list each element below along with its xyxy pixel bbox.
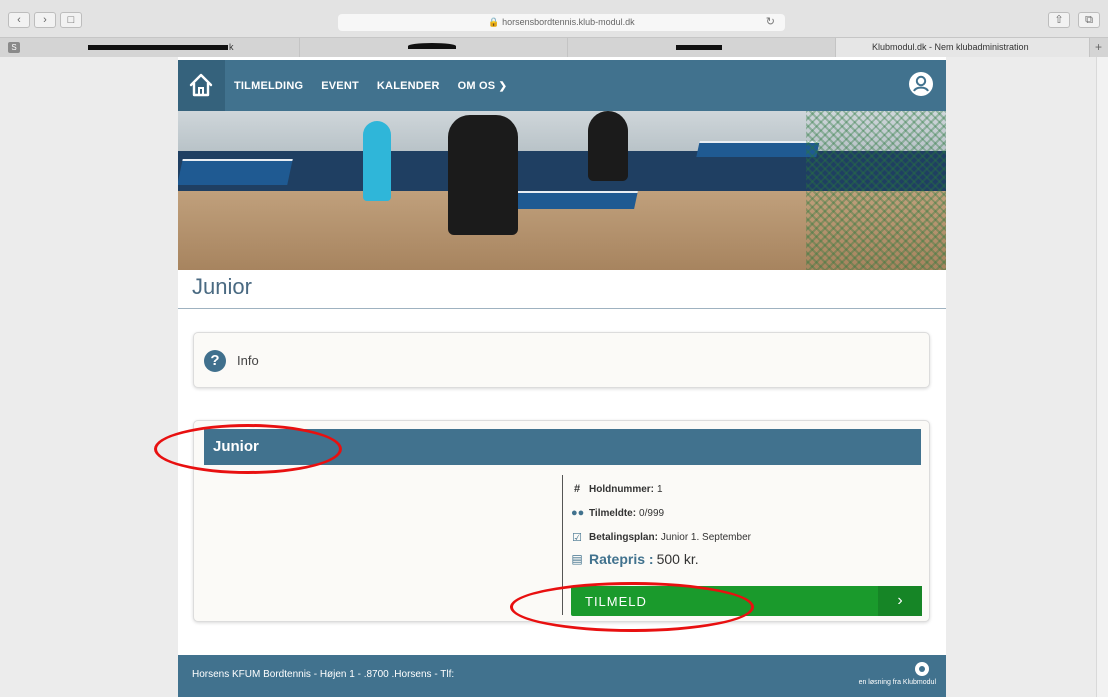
address-url: horsensbordtennis.klub-modul.dk	[502, 17, 635, 27]
hero-table	[514, 191, 638, 209]
holdnummer-label: Holdnummer:	[589, 483, 654, 495]
nav-om-os[interactable]: OM OS ❯	[458, 80, 508, 92]
chevron-down-icon: ❯	[498, 80, 508, 92]
chevron-right-icon: ›	[878, 586, 922, 616]
home-button[interactable]	[178, 60, 225, 111]
ratepris-row: ▤ Ratepris : 500 kr.	[571, 551, 699, 567]
hero-player	[588, 111, 628, 181]
browser-chrome: ‹ › □ 🔒 horsensbordtennis.klub-modul.dk …	[0, 0, 1108, 57]
address-bar[interactable]: 🔒 horsensbordtennis.klub-modul.dk ↻	[338, 14, 785, 31]
redaction-bar	[88, 45, 228, 50]
hero-image	[178, 111, 946, 270]
holdnummer-row: # Holdnummer: 1	[571, 483, 663, 495]
hero-net	[806, 111, 946, 270]
title-divider	[178, 308, 946, 309]
user-icon[interactable]	[908, 71, 934, 97]
tab-3[interactable]	[568, 38, 836, 57]
site-navbar: TILMELDING EVENT KALENDER OM OS ❯	[178, 60, 946, 111]
tab-active[interactable]: Klubmodul.dk - Nem klubadministration	[836, 38, 1090, 57]
nav-om-os-label: OM OS	[457, 79, 496, 92]
hero-player	[448, 115, 518, 235]
calendar-check-icon: ☑	[572, 532, 582, 544]
annotation-circle-team	[154, 424, 342, 474]
share-button[interactable]: ⇧	[1048, 12, 1070, 28]
page-title: Junior	[192, 274, 252, 299]
nav-event[interactable]: EVENT	[321, 80, 359, 92]
forward-button[interactable]: ›	[34, 12, 56, 28]
tab-2[interactable]	[300, 38, 568, 57]
info-label: Info	[237, 353, 259, 368]
footer: Horsens KFUM Bordtennis - Højen 1 - .870…	[178, 655, 946, 697]
redaction-bar	[676, 45, 722, 50]
holdnummer-value: 1	[657, 483, 663, 495]
redaction-bar	[408, 43, 456, 49]
info-panel[interactable]: ? Info	[193, 332, 930, 388]
tabs-overview-button[interactable]: ⧉	[1078, 12, 1100, 28]
tilmeldte-label: Tilmeldte:	[589, 507, 637, 519]
footer-brand: en løsning fra Klubmodul	[858, 679, 936, 686]
new-tab-icon[interactable]: +	[1095, 38, 1102, 57]
back-button[interactable]: ‹	[8, 12, 30, 28]
ratepris-value: 500 kr.	[656, 551, 699, 567]
betalingsplan-value: Junior 1. September	[660, 532, 751, 543]
hero-table	[696, 141, 820, 157]
hero-player	[363, 121, 391, 201]
reload-icon[interactable]: ↻	[766, 14, 775, 31]
scrollbar[interactable]	[1096, 57, 1108, 697]
home-icon	[189, 73, 213, 97]
nav-kalender[interactable]: KALENDER	[377, 80, 440, 92]
ratepris-label: Ratepris :	[589, 551, 654, 567]
lock-icon: 🔒	[488, 17, 500, 27]
tab-bar: S k Klubmodul.dk - Nem klubadministratio…	[0, 37, 1108, 57]
betalingsplan-row: ☑ Betalingsplan: Junior 1. September	[571, 531, 751, 544]
main-nav: TILMELDING EVENT KALENDER OM OS ❯	[234, 60, 507, 111]
tab-1[interactable]: k	[0, 38, 300, 57]
tilmeldte-row: ●● Tilmeldte: 0/999	[571, 507, 664, 519]
annotation-circle-signup	[510, 582, 754, 632]
sidebar-toggle-button[interactable]: □	[60, 12, 82, 28]
credit-card-icon: ▤	[571, 552, 583, 566]
nav-tilmelding[interactable]: TILMELDING	[234, 80, 303, 92]
tilmeldte-value: 0/999	[639, 507, 665, 519]
betalingsplan-label: Betalingsplan:	[589, 532, 658, 543]
tab-active-label: Klubmodul.dk - Nem klubadministration	[872, 42, 1029, 52]
footer-address: Horsens KFUM Bordtennis - Højen 1 - .870…	[192, 669, 455, 680]
tab-1-label: k	[229, 42, 234, 52]
question-circle-icon: ?	[204, 350, 226, 372]
viewport: TILMELDING EVENT KALENDER OM OS ❯ Junior…	[0, 57, 1108, 697]
browser-nav-buttons: ‹ › □	[8, 12, 82, 28]
klubmodul-logo	[915, 662, 929, 676]
hero-table	[178, 159, 293, 185]
browser-right-buttons: ⇧ ⧉	[1048, 12, 1100, 28]
users-icon: ●●	[571, 507, 585, 519]
hash-icon: #	[573, 483, 581, 495]
